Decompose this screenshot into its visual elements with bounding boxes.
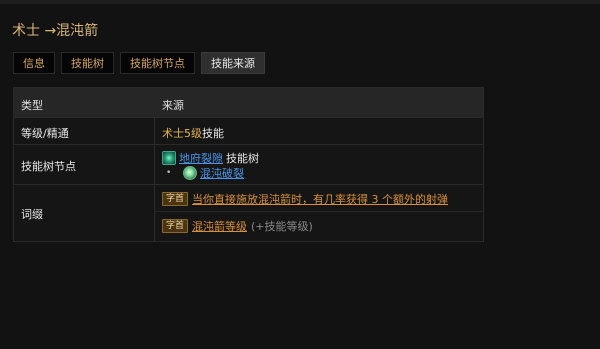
tab-info[interactable]: 信息 xyxy=(13,52,55,74)
affix-link[interactable]: 混沌箭等级 xyxy=(192,218,247,234)
source-table: 类型 来源 等级/精通 术士5级技能 技能树节点 地府裂隙 技能树 • 混沌破裂… xyxy=(13,87,484,242)
table-header-row: 类型 来源 xyxy=(14,88,483,118)
affix-link[interactable]: 当你直接施放混沌箭时，有几率获得 3 个额外的射弹 xyxy=(192,191,448,207)
top-strip xyxy=(0,0,600,4)
page-title: 术士 →混沌箭 xyxy=(12,23,99,39)
tab-bar: 信息 技能树 技能树节点 技能来源 xyxy=(13,52,265,74)
class-level: 术士5级 xyxy=(162,127,202,140)
column-header-type: 类型 xyxy=(21,99,43,112)
table-row-affix: 词缀 字首 当你直接施放混沌箭时，有几率获得 3 个额外的射弹 字首 混沌箭等级… xyxy=(14,185,483,242)
skill-source-line: 地府裂隙 技能树 xyxy=(162,150,259,166)
level-suffix: 技能 xyxy=(202,127,224,140)
prefix-badge: 字首 xyxy=(162,219,189,233)
affix-divider xyxy=(155,211,483,212)
bullet: • xyxy=(166,168,172,178)
table-row-tree-node: 技能树节点 地府裂隙 技能树 • 混沌破裂 xyxy=(14,145,483,185)
affix-item: 字首 混沌箭等级 (+技能等级) xyxy=(162,218,313,234)
affix-item: 字首 当你直接施放混沌箭时，有几率获得 3 个额外的射弹 xyxy=(162,191,448,207)
tab-skill-tree[interactable]: 技能树 xyxy=(61,52,114,74)
prefix-badge: 字首 xyxy=(162,192,189,206)
tab-skill-tree-nodes[interactable]: 技能树节点 xyxy=(120,52,195,74)
tab-skill-source[interactable]: 技能来源 xyxy=(201,52,265,74)
table-row-level: 等级/精通 术士5级技能 xyxy=(14,118,483,145)
rift-skill-icon xyxy=(162,151,176,165)
column-header-source: 来源 xyxy=(162,99,184,112)
row-type-tree-node: 技能树节点 xyxy=(21,160,76,173)
node-source-line: • 混沌破裂 xyxy=(166,165,244,181)
skill-link[interactable]: 地府裂隙 xyxy=(179,150,223,166)
affix-note: (+技能等级) xyxy=(251,220,313,233)
row-type-affix: 词缀 xyxy=(21,208,43,221)
row-type-level: 等级/精通 xyxy=(21,127,69,140)
node-link[interactable]: 混沌破裂 xyxy=(200,165,244,181)
chaos-node-icon xyxy=(183,166,197,180)
level-source: 术士5级技能 xyxy=(162,125,224,141)
skill-suffix: 技能树 xyxy=(226,152,259,165)
